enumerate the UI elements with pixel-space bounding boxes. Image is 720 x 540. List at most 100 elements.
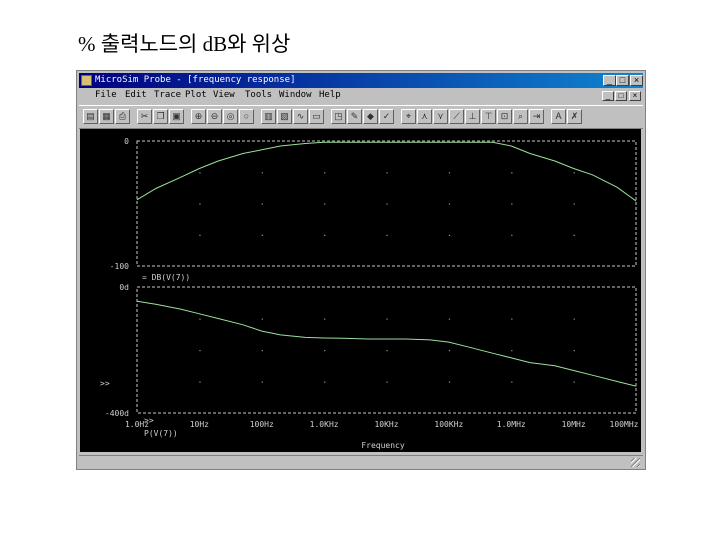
cursor-trough-icon[interactable]: ⋎: [433, 109, 448, 124]
menu-help[interactable]: Help: [319, 90, 341, 100]
grid-dot: [511, 172, 513, 174]
grid-dot: [324, 350, 326, 352]
grid-dot: [511, 203, 513, 205]
menu-window[interactable]: Window: [279, 90, 312, 100]
cursor-search-icon[interactable]: ⌕: [513, 109, 528, 124]
grid-dot: [261, 350, 263, 352]
y-tick-label-bottom: -400d: [105, 409, 129, 418]
grid-dot: [511, 318, 513, 320]
doc-close-button[interactable]: ×: [629, 91, 641, 101]
trace-p-v-7-: [136, 300, 637, 387]
grid-dot: [448, 350, 451, 352]
grid-dot: [386, 318, 388, 320]
grid-dot: [573, 234, 575, 236]
y-tick-label-top: 0d: [119, 283, 129, 292]
minimize-button[interactable]: _: [603, 75, 616, 86]
plot-area[interactable]: 0 -100 0d -400d = DB(V(7)) >> P(V(7)) >> 1.0Hz 10…: [80, 129, 641, 452]
status-bar: [79, 455, 643, 469]
probe-app-icon[interactable]: [81, 75, 92, 86]
grid-dot: [324, 381, 326, 383]
grid-dot: [199, 318, 201, 320]
toolbar: ▤ ▦ ⎙ ✂ ❐ ▣ ⊕ ⊖ ◎ ○ ▥ ▧ ∿ ▭ ◳ ✎ ◆ ✓ ⌖ ⋏ ⋎ ⟋ ⊥ ⊤ ⊡ ⌕ ⇥ A ✗: [79, 105, 643, 129]
copy-icon[interactable]: ❐: [153, 109, 168, 124]
zoom-out-icon[interactable]: ⊖: [207, 109, 222, 124]
grid-dot: [448, 234, 451, 236]
zoom-fit-icon[interactable]: ○: [239, 109, 254, 124]
grid-dot: [386, 203, 388, 205]
save-icon[interactable]: ▦: [99, 109, 114, 124]
plot-canvas[interactable]: 0-1000d-400d= DB(V(7))>>P(V(7))>>1.0Hz 10…: [80, 129, 641, 452]
x-tick-label: 1.0MHz: [497, 420, 526, 429]
menu-view[interactable]: View: [213, 90, 235, 100]
menu-file[interactable]: File: [95, 90, 117, 100]
macro-icon[interactable]: ✎: [347, 109, 362, 124]
open-file-icon[interactable]: ▤: [83, 109, 98, 124]
fft-icon[interactable]: ▧: [277, 109, 292, 124]
maximize-button[interactable]: □: [616, 75, 629, 86]
doc-minimize-button[interactable]: _: [602, 91, 614, 101]
cursor-next-icon[interactable]: ⇥: [529, 109, 544, 124]
grid-dot: [448, 172, 451, 174]
cursor-peak-icon[interactable]: ⋏: [417, 109, 432, 124]
x-tick-label: 10Hz: [190, 420, 209, 429]
title-bar[interactable]: MicroSim Probe - [frequency response] _ …: [79, 73, 643, 88]
grid-dot: [573, 381, 575, 383]
grid-dot: [573, 203, 575, 205]
color-icon[interactable]: ◆: [363, 109, 378, 124]
grid-dot: [386, 234, 388, 236]
grid-dot: [199, 172, 201, 174]
grid-dot: [573, 318, 575, 320]
resize-grip[interactable]: [631, 458, 640, 467]
menu-tools[interactable]: Tools: [245, 90, 272, 100]
x-tick-label: 1.0KHz: [310, 420, 339, 429]
grid-dot: [511, 381, 513, 383]
menu-plot[interactable]: Plot: [185, 90, 207, 100]
grid-dot: [511, 350, 513, 352]
cut-icon[interactable]: ✂: [137, 109, 152, 124]
add-trace-icon[interactable]: ∿: [293, 109, 308, 124]
zoom-area-icon[interactable]: ◎: [223, 109, 238, 124]
x-tick-label: 100KHz: [434, 420, 463, 429]
cursor-slope-icon[interactable]: ⟋: [449, 109, 464, 124]
paste-icon[interactable]: ▣: [169, 109, 184, 124]
log-axis-icon[interactable]: ▥: [261, 109, 276, 124]
grid-dot: [386, 381, 388, 383]
print-icon[interactable]: ⎙: [115, 109, 130, 124]
x-tick-label: 100Hz: [250, 420, 274, 429]
text-label-icon[interactable]: A: [551, 109, 566, 124]
eval-goal-icon[interactable]: ◳: [331, 109, 346, 124]
x-tick-label: 100MHz: [610, 420, 639, 429]
x-axis-label: Frequency: [361, 441, 405, 450]
menu-edit[interactable]: Edit: [125, 90, 147, 100]
grid-dot: [386, 172, 388, 174]
x-tick-label: 10MHz: [562, 420, 586, 429]
cursor-max-icon[interactable]: ⊤: [481, 109, 496, 124]
grid-dot: [448, 203, 451, 205]
grid-dot: [199, 234, 201, 236]
cursor-min-icon[interactable]: ⊥: [465, 109, 480, 124]
menu-bar: File Edit Trace Plot View Tools Window H…: [79, 89, 643, 104]
grid-dot: [261, 381, 263, 383]
trace-db-v-7-: [136, 141, 637, 202]
close-button[interactable]: ×: [630, 75, 643, 86]
grid-dot: [261, 172, 263, 174]
grid-dot: [324, 234, 326, 236]
y-axis-marker: >>: [100, 379, 110, 388]
trace-legend-phase: P(V(7)): [144, 429, 178, 438]
cursor-icon[interactable]: ⌖: [401, 109, 416, 124]
add-plot-icon[interactable]: ▭: [309, 109, 324, 124]
mark-label-icon[interactable]: ✓: [379, 109, 394, 124]
cursor-point-icon[interactable]: ⊡: [497, 109, 512, 124]
doc-restore-button[interactable]: □: [615, 91, 627, 101]
window-title: MicroSim Probe - [frequency response]: [95, 75, 296, 85]
x-tick-label: 10KHz: [374, 420, 398, 429]
grid-dot: [573, 172, 575, 174]
grid-dot: [511, 234, 513, 236]
grid-dot: [324, 172, 326, 174]
grid-dot: [261, 234, 263, 236]
grid-dot: [261, 318, 263, 320]
zoom-in-icon[interactable]: ⊕: [191, 109, 206, 124]
menu-trace[interactable]: Trace: [154, 90, 181, 100]
grid-dot: [199, 203, 201, 205]
markers-icon[interactable]: ✗: [567, 109, 582, 124]
